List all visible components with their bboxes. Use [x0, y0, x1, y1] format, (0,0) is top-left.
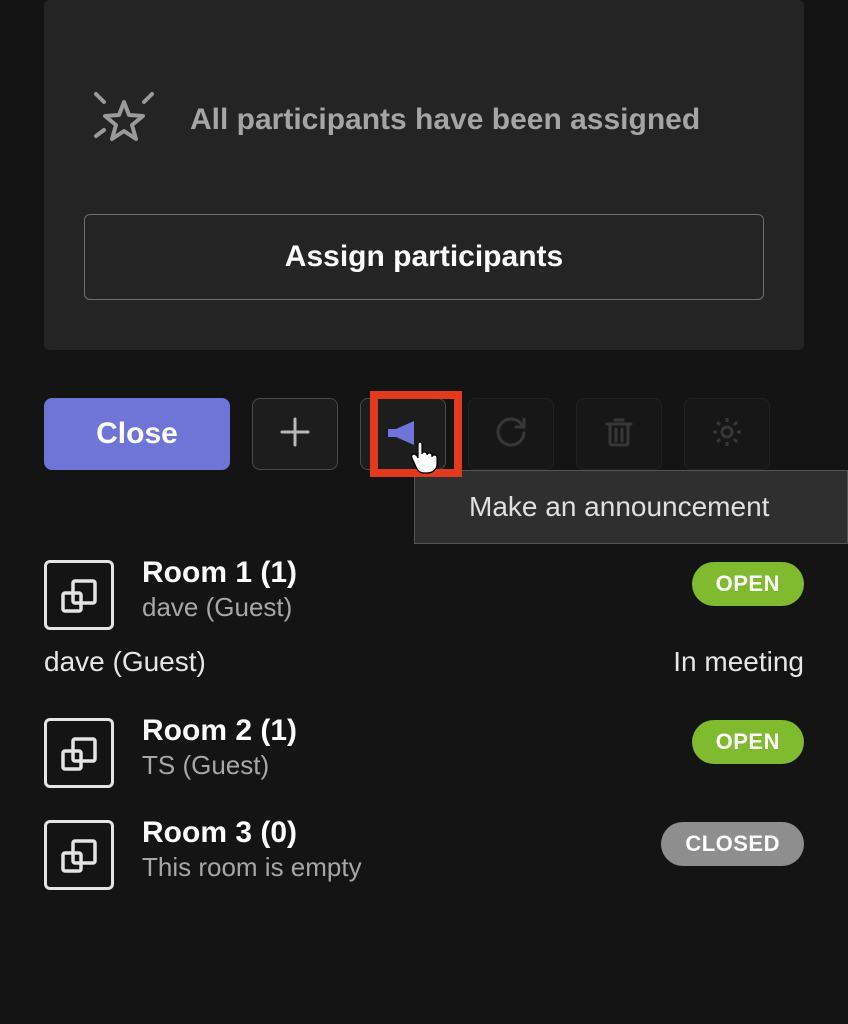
room-header[interactable]: Room 3 (0) This room is empty CLOSED [44, 816, 804, 890]
participant-name: dave (Guest) [44, 646, 206, 678]
room-header[interactable]: Room 1 (1) dave (Guest) OPEN [44, 556, 804, 630]
room-status-badge: OPEN [692, 562, 804, 606]
tooltip-text: Make an announcement [469, 491, 769, 523]
assign-status-row: All participants have been assigned [44, 82, 804, 158]
room-icon [44, 820, 114, 890]
room-title: Room 1 (1) [142, 556, 664, 590]
room-item: Room 2 (1) TS (Guest) OPEN [44, 714, 804, 788]
room-title: Room 3 (0) [142, 816, 633, 850]
announcement-button[interactable] [360, 398, 446, 470]
announcement-tooltip: Make an announcement [414, 470, 848, 544]
room-title: Room 2 (1) [142, 714, 664, 748]
delete-rooms-button[interactable] [576, 398, 662, 470]
room-subtitle: dave (Guest) [142, 592, 664, 623]
rooms-settings-button[interactable] [684, 398, 770, 470]
trash-icon [604, 415, 634, 454]
recreate-rooms-button[interactable] [468, 398, 554, 470]
megaphone-icon [384, 415, 422, 454]
room-icon [44, 718, 114, 788]
room-item: Room 1 (1) dave (Guest) OPEN dave (Guest… [44, 556, 804, 678]
refresh-icon [494, 415, 528, 454]
assign-panel: All participants have been assigned Assi… [44, 0, 804, 350]
room-subtitle: This room is empty [142, 852, 633, 883]
assign-participants-button[interactable]: Assign participants [84, 214, 764, 300]
plus-icon [278, 415, 312, 454]
sparkle-star-icon [86, 82, 162, 158]
participant-row[interactable]: dave (Guest) In meeting [44, 646, 804, 678]
room-header[interactable]: Room 2 (1) TS (Guest) OPEN [44, 714, 804, 788]
rooms-list: Room 1 (1) dave (Guest) OPEN dave (Guest… [44, 556, 804, 918]
add-room-button[interactable] [252, 398, 338, 470]
room-icon [44, 560, 114, 630]
participant-status: In meeting [673, 646, 804, 678]
room-item: Room 3 (0) This room is empty CLOSED [44, 816, 804, 890]
assign-status-message: All participants have been assigned [190, 103, 700, 137]
rooms-toolbar: Close [44, 398, 770, 470]
room-subtitle: TS (Guest) [142, 750, 664, 781]
close-button[interactable]: Close [44, 398, 230, 470]
gear-icon [710, 415, 744, 454]
room-status-badge: OPEN [692, 720, 804, 764]
room-status-badge: CLOSED [661, 822, 804, 866]
